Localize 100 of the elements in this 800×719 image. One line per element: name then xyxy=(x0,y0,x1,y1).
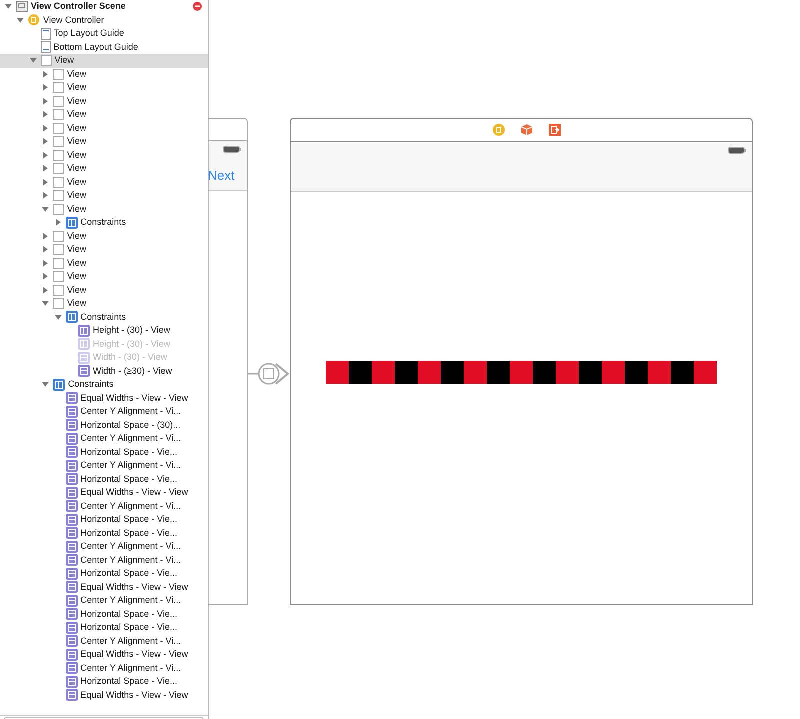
outline-label: View xyxy=(67,284,87,296)
outline-row[interactable]: Center Y Alignment - Vi... xyxy=(0,634,208,648)
constraint-icon xyxy=(66,568,78,580)
outline-row[interactable]: Equal Widths - View - View xyxy=(0,392,208,405)
battery-icon xyxy=(223,146,242,153)
outline-row[interactable]: View xyxy=(0,54,208,68)
outline-row[interactable]: Horizontal Space - Vie... xyxy=(0,621,208,634)
outline-row[interactable]: View xyxy=(0,135,208,148)
view-icon xyxy=(53,136,64,148)
outline-label: View xyxy=(67,122,87,134)
outline-label: View xyxy=(67,189,87,202)
outline-row[interactable]: View xyxy=(0,284,208,297)
outline-row[interactable]: View xyxy=(0,148,208,162)
outline-label: Equal Widths - View - View xyxy=(80,648,188,661)
outline-row[interactable]: View xyxy=(0,297,208,310)
view-icon xyxy=(53,176,64,188)
outline-row[interactable]: View xyxy=(0,162,208,176)
outline-label: Center Y Alignment - Vi... xyxy=(80,500,182,513)
outline-label: Horizontal Space - Vie... xyxy=(80,526,178,540)
outline-row[interactable]: View xyxy=(0,230,208,243)
layout-guide-icon xyxy=(40,28,51,40)
constraint-icon xyxy=(66,689,78,702)
outline-row[interactable]: View xyxy=(0,94,208,108)
view-icon xyxy=(53,190,64,202)
outline-row[interactable]: Bottom Layout Guide xyxy=(0,40,208,54)
outline-row[interactable]: Center Y Alignment - Vi... xyxy=(0,662,208,675)
outline-label: Bottom Layout Guide xyxy=(54,40,138,54)
outline-label: Center Y Alignment - Vi... xyxy=(80,405,182,418)
view-icon xyxy=(53,68,64,80)
outline-label: View xyxy=(67,256,87,270)
outline-row[interactable]: Height - (30) - View xyxy=(0,324,208,338)
outline-row[interactable]: Constraints xyxy=(0,378,208,392)
scene-icon xyxy=(16,1,28,12)
outline-label: Center Y Alignment - Vi... xyxy=(80,459,182,472)
outline-label: Horizontal Space - Vie... xyxy=(80,513,178,526)
exit-icon[interactable] xyxy=(548,124,560,136)
outline-label: View xyxy=(67,176,87,188)
outline-row[interactable]: Horizontal Space - Vie... xyxy=(0,513,208,526)
outline-row[interactable]: View Controller Scene xyxy=(0,0,208,14)
outline-row[interactable]: Equal Widths - View - View xyxy=(0,688,208,702)
outline-label: Horizontal Space - Vie... xyxy=(80,446,178,459)
disclosure-triangle-icon[interactable] xyxy=(42,381,50,388)
outline-row[interactable]: Center Y Alignment - Vi... xyxy=(0,540,208,554)
constraint-icon xyxy=(66,419,78,432)
outline-row[interactable]: Equal Widths - View - View xyxy=(0,580,208,594)
outline-row[interactable]: Width - (≥30) - View xyxy=(0,364,208,378)
constraint-icon xyxy=(66,406,78,418)
outline-row[interactable]: View xyxy=(0,81,208,94)
view-icon xyxy=(40,55,52,66)
outline-label: Horizontal Space - (30)... xyxy=(80,418,181,432)
outline-row[interactable]: View xyxy=(0,176,208,189)
view-icon xyxy=(53,122,64,134)
outline-row[interactable]: Horizontal Space - Vie... xyxy=(0,608,208,621)
battery-icon xyxy=(728,147,747,154)
outline-row[interactable]: View xyxy=(0,108,208,122)
layout-guide-icon xyxy=(40,41,51,54)
outline-row[interactable]: Top Layout Guide xyxy=(0,27,208,40)
outline-row[interactable]: View xyxy=(0,189,208,202)
cube-icon[interactable] xyxy=(520,124,532,136)
outline-row[interactable]: View xyxy=(0,68,208,81)
outline-label: Width - (30) - View xyxy=(93,351,168,364)
outline-row[interactable]: Center Y Alignment - Vi... xyxy=(0,594,208,608)
controller-icon xyxy=(28,14,40,26)
outline-row[interactable]: Center Y Alignment - Vi... xyxy=(0,459,208,472)
outline-row[interactable]: Equal Widths - View - View xyxy=(0,648,208,662)
outline-label: View xyxy=(67,94,87,108)
outline-row[interactable]: Horizontal Space - Vie... xyxy=(0,567,208,580)
outline-row[interactable]: Horizontal Space - Vie... xyxy=(0,526,208,540)
outline-label: Center Y Alignment - Vi... xyxy=(80,432,182,445)
outline-row[interactable]: Horizontal Space - Vie... xyxy=(0,446,208,459)
outline-row[interactable]: Horizontal Space - Vie... xyxy=(0,472,208,486)
outline-label: View xyxy=(67,243,87,256)
outline-label: Constraints xyxy=(80,310,126,324)
outline-row[interactable]: View Controller xyxy=(0,14,208,27)
outline-row[interactable]: View xyxy=(0,122,208,135)
outline-label: View xyxy=(67,68,87,80)
constraint-icon xyxy=(66,500,78,512)
outline-label: Horizontal Space - Vie... xyxy=(80,472,178,486)
outline-row[interactable]: Constraints xyxy=(0,216,208,230)
outline-row[interactable]: Constraints xyxy=(0,310,208,324)
constraint-icon xyxy=(66,622,78,634)
view-icon xyxy=(53,298,64,310)
outline-row[interactable]: View xyxy=(0,202,208,216)
outline-row[interactable]: Center Y Alignment - Vi... xyxy=(0,500,208,513)
constraint-icon xyxy=(66,486,78,499)
outline-row[interactable]: View xyxy=(0,256,208,270)
outline-row[interactable]: View xyxy=(0,270,208,284)
outline-row[interactable]: Center Y Alignment - Vi... xyxy=(0,554,208,567)
outline-label: Height - (30) - View xyxy=(93,338,170,351)
outline-row[interactable]: Center Y Alignment - Vi... xyxy=(0,405,208,418)
outline-row[interactable]: Equal Widths - View - View xyxy=(0,486,208,500)
error-badge-icon[interactable] xyxy=(193,2,202,12)
outline-row[interactable]: Horizontal Space - (30)... xyxy=(0,418,208,432)
outline-row[interactable]: Center Y Alignment - Vi... xyxy=(0,432,208,446)
constraints-icon xyxy=(53,378,66,391)
constraint-icon xyxy=(78,324,90,337)
outline-row[interactable]: View xyxy=(0,243,208,256)
outline-label: Constraints xyxy=(68,378,114,391)
outline-row[interactable]: Horizontal Space - Vie... xyxy=(0,675,208,688)
constraint-icon xyxy=(66,594,78,607)
